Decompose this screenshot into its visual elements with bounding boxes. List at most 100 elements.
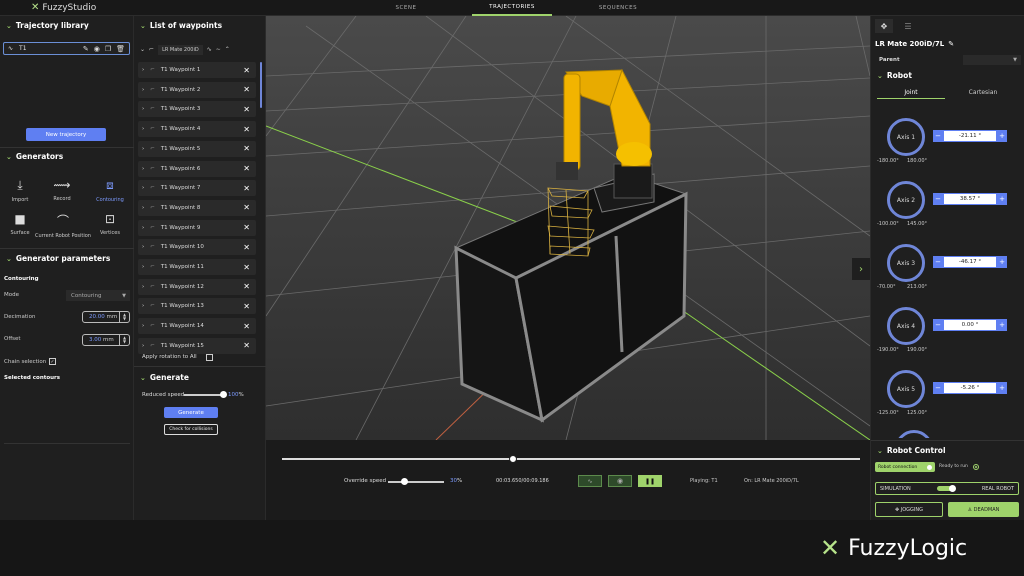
decrement-button[interactable]: − [933,256,943,268]
close-icon[interactable]: ✕ [243,66,250,75]
close-icon[interactable]: ✕ [243,105,250,114]
deadman-button[interactable]: ♙ DEADMAN [948,502,1019,517]
decrement-button[interactable]: − [933,319,943,331]
timeline-scrubber[interactable] [282,455,860,463]
check-collisions-button[interactable]: Check for collisions [164,424,218,435]
reduced-speed-slider[interactable] [184,391,227,398]
waypoint-item[interactable]: › ⌐ T1 Waypoint 13 ✕ [138,298,256,315]
waypoint-item[interactable]: › ⌐ T1 Waypoint 7 ✕ [138,180,256,197]
chevron-down-icon[interactable]: ⌄ [140,46,145,53]
increment-button[interactable]: + [997,193,1007,205]
chevron-right-icon[interactable]: › [142,126,144,132]
close-icon[interactable]: ✕ [243,282,250,291]
offset-stepper[interactable]: ▲ ▼ [119,335,129,345]
curve-icon[interactable]: ∼ [216,46,221,53]
trajectory-library-header[interactable]: ⌄ Trajectory library [6,21,89,30]
edit-icon[interactable]: ✎ [83,45,89,53]
chevron-right-icon[interactable]: › [142,303,144,309]
copy-icon[interactable]: ❐ [105,45,111,53]
chevron-right-icon[interactable]: › [142,87,144,93]
chevron-right-icon[interactable]: › [142,67,144,73]
trash-icon[interactable]: 🗑 [116,45,125,53]
mode-select[interactable]: Contouring ▼ [66,290,130,301]
robot-control-header[interactable]: ⌄ Robot Control [877,446,946,455]
close-icon[interactable]: ✕ [243,203,250,212]
apply-rotation-checkbox[interactable] [206,354,213,361]
close-icon[interactable]: ✕ [243,164,250,173]
jogging-button[interactable]: ✥ JOGGING [875,502,943,517]
chevron-right-icon[interactable]: › [142,244,144,250]
chevron-right-icon[interactable]: › [142,146,144,152]
waypoint-item[interactable]: › ⌐ T1 Waypoint 2 ✕ [138,81,256,98]
increment-button[interactable]: + [997,382,1007,394]
axis-dial[interactable]: Axis 3 [887,244,925,282]
visibility-toggle-button[interactable]: ◉ [608,475,632,487]
offset-field[interactable]: 3.00 mm ▲ ▼ [82,334,130,346]
decrement-button[interactable]: − [933,382,943,394]
chevron-right-icon[interactable]: › [142,264,144,270]
decimation-stepper[interactable]: ▲ ▼ [119,312,129,322]
generator-contouring[interactable]: ⧈ Contouring [90,178,130,203]
scene-canvas[interactable] [266,16,870,440]
axis-dial[interactable]: Axis 5 [887,370,925,408]
waypoint-item[interactable]: › ⌐ T1 Waypoint 6 ✕ [138,160,256,177]
close-icon[interactable]: ✕ [243,322,250,331]
generator-params-header[interactable]: ⌄ Generator parameters [6,254,110,263]
axis-value-input[interactable]: 0.00 ° [943,319,997,331]
increment-button[interactable]: + [997,130,1007,142]
pause-button[interactable]: ❚❚ [638,475,662,487]
waypoint-item[interactable]: › ⌐ T1 Waypoint 4 ✕ [138,121,256,138]
close-icon[interactable]: ✕ [243,85,250,94]
scrollbar[interactable] [260,62,262,108]
chevron-right-icon[interactable]: › [142,166,144,172]
generator-record[interactable]: ⟿ Record [42,178,82,202]
generator-import[interactable]: ⤓ Import [0,178,40,203]
robot-connection-toggle[interactable]: Robot connection [875,462,935,472]
close-icon[interactable]: ✕ [243,263,250,272]
chevron-right-icon[interactable]: › [142,185,144,191]
tab-cartesian[interactable]: Cartesian [947,86,1019,99]
chevron-right-icon[interactable]: › [142,323,144,329]
generators-header[interactable]: ⌄ Generators [6,152,63,161]
collapse-right-panel-button[interactable]: › [852,258,870,280]
wave-toggle-button[interactable]: ∿ [578,475,602,487]
waypoints-header[interactable]: ⌄ List of waypoints [140,21,222,30]
close-icon[interactable]: ✕ [243,302,250,311]
chain-selection-checkbox[interactable]: ✓ [49,358,56,365]
axis-value-input[interactable]: -46.17 ° [943,256,997,268]
axis-value-input[interactable]: -5.26 ° [943,382,997,394]
generate-button[interactable]: Generate [164,407,218,418]
waypoint-item[interactable]: › ⌐ T1 Waypoint 8 ✕ [138,199,256,216]
timeline-handle[interactable] [509,455,518,463]
chevron-up-icon[interactable]: ⌃ [225,46,230,53]
tab-joint[interactable]: Joint [877,86,945,99]
close-icon[interactable]: ✕ [243,223,250,232]
settings-sliders-icon[interactable]: ☰ [899,19,917,33]
override-speed-slider[interactable] [388,478,444,485]
slider-handle[interactable] [220,391,227,398]
decrement-button[interactable]: − [933,130,943,142]
axis-dial[interactable]: Axis 1 [887,118,925,156]
waypoint-item[interactable]: › ⌐ T1 Waypoint 1 ✕ [138,62,256,78]
tab-sequences[interactable]: SEQUENCES [590,0,646,16]
parent-select[interactable]: ▼ [963,55,1021,65]
robot-select[interactable]: LR Mate 200iD [158,44,203,55]
3d-viewport[interactable]: › [266,16,870,440]
increment-button[interactable]: + [997,256,1007,268]
wave-icon[interactable]: ∿ [207,46,212,53]
edit-icon[interactable]: ✎ [948,40,954,48]
chevron-right-icon[interactable]: › [142,106,144,112]
chevron-right-icon[interactable]: › [142,205,144,211]
increment-button[interactable]: + [997,319,1007,331]
robot-header[interactable]: ⌄ Robot [877,71,912,80]
close-icon[interactable]: ✕ [243,341,250,350]
generate-header[interactable]: ⌄ Generate [140,373,189,382]
waypoint-item[interactable]: › ⌐ T1 Waypoint 3 ✕ [138,101,256,118]
waypoint-item[interactable]: › ⌐ T1 Waypoint 11 ✕ [138,259,256,275]
waypoint-item[interactable]: › ⌐ T1 Waypoint 5 ✕ [138,140,256,157]
new-trajectory-button[interactable]: New trajectory [26,128,106,141]
generator-current-robot-position[interactable]: ⌒ Current Robot Position [34,212,92,239]
decrement-button[interactable]: − [933,193,943,205]
axis-value-input[interactable]: 38.57 ° [943,193,997,205]
waypoint-item[interactable]: › ⌐ T1 Waypoint 9 ✕ [138,219,256,236]
